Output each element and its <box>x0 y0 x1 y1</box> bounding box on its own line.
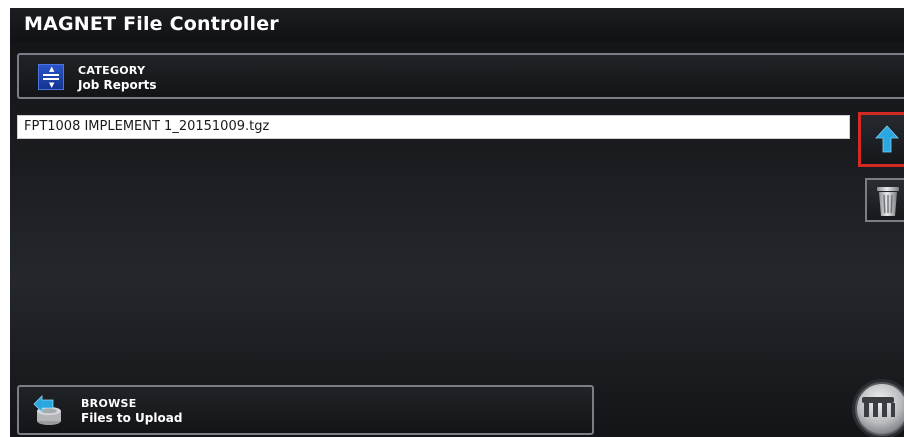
title-bar: MAGNET File Controller <box>10 8 904 43</box>
machine-menu-button[interactable] <box>846 357 904 437</box>
category-label: CATEGORY <box>78 64 146 77</box>
browse-button[interactable]: BROWSE Files to Upload <box>17 385 594 435</box>
main-content: ▲ ▼ CATEGORY Job Reports FPT1008 IMPLEME… <box>10 42 904 437</box>
upload-arrow-icon <box>875 125 899 153</box>
app-title: MAGNET File Controller <box>24 13 279 35</box>
trash-can-icon <box>877 187 899 216</box>
file-name: FPT1008 IMPLEMENT 1_20151009.tgz <box>24 119 270 134</box>
category-selector[interactable]: ▲ ▼ CATEGORY Job Reports <box>17 53 904 99</box>
machine-menu-icon <box>852 379 904 437</box>
file-controller-screen: MAGNET File Controller ▲ ▼ CATEGORY Job … <box>0 0 904 437</box>
scroll-list-icon: ▲ ▼ <box>38 64 64 90</box>
file-list-item[interactable]: FPT1008 IMPLEMENT 1_20151009.tgz <box>17 115 850 139</box>
browse-value: Files to Upload <box>81 411 183 425</box>
files-upload-icon <box>33 395 61 425</box>
upload-button[interactable] <box>858 112 904 167</box>
delete-button[interactable] <box>865 178 904 222</box>
category-value: Job Reports <box>78 78 157 92</box>
browse-label: BROWSE <box>81 397 137 410</box>
